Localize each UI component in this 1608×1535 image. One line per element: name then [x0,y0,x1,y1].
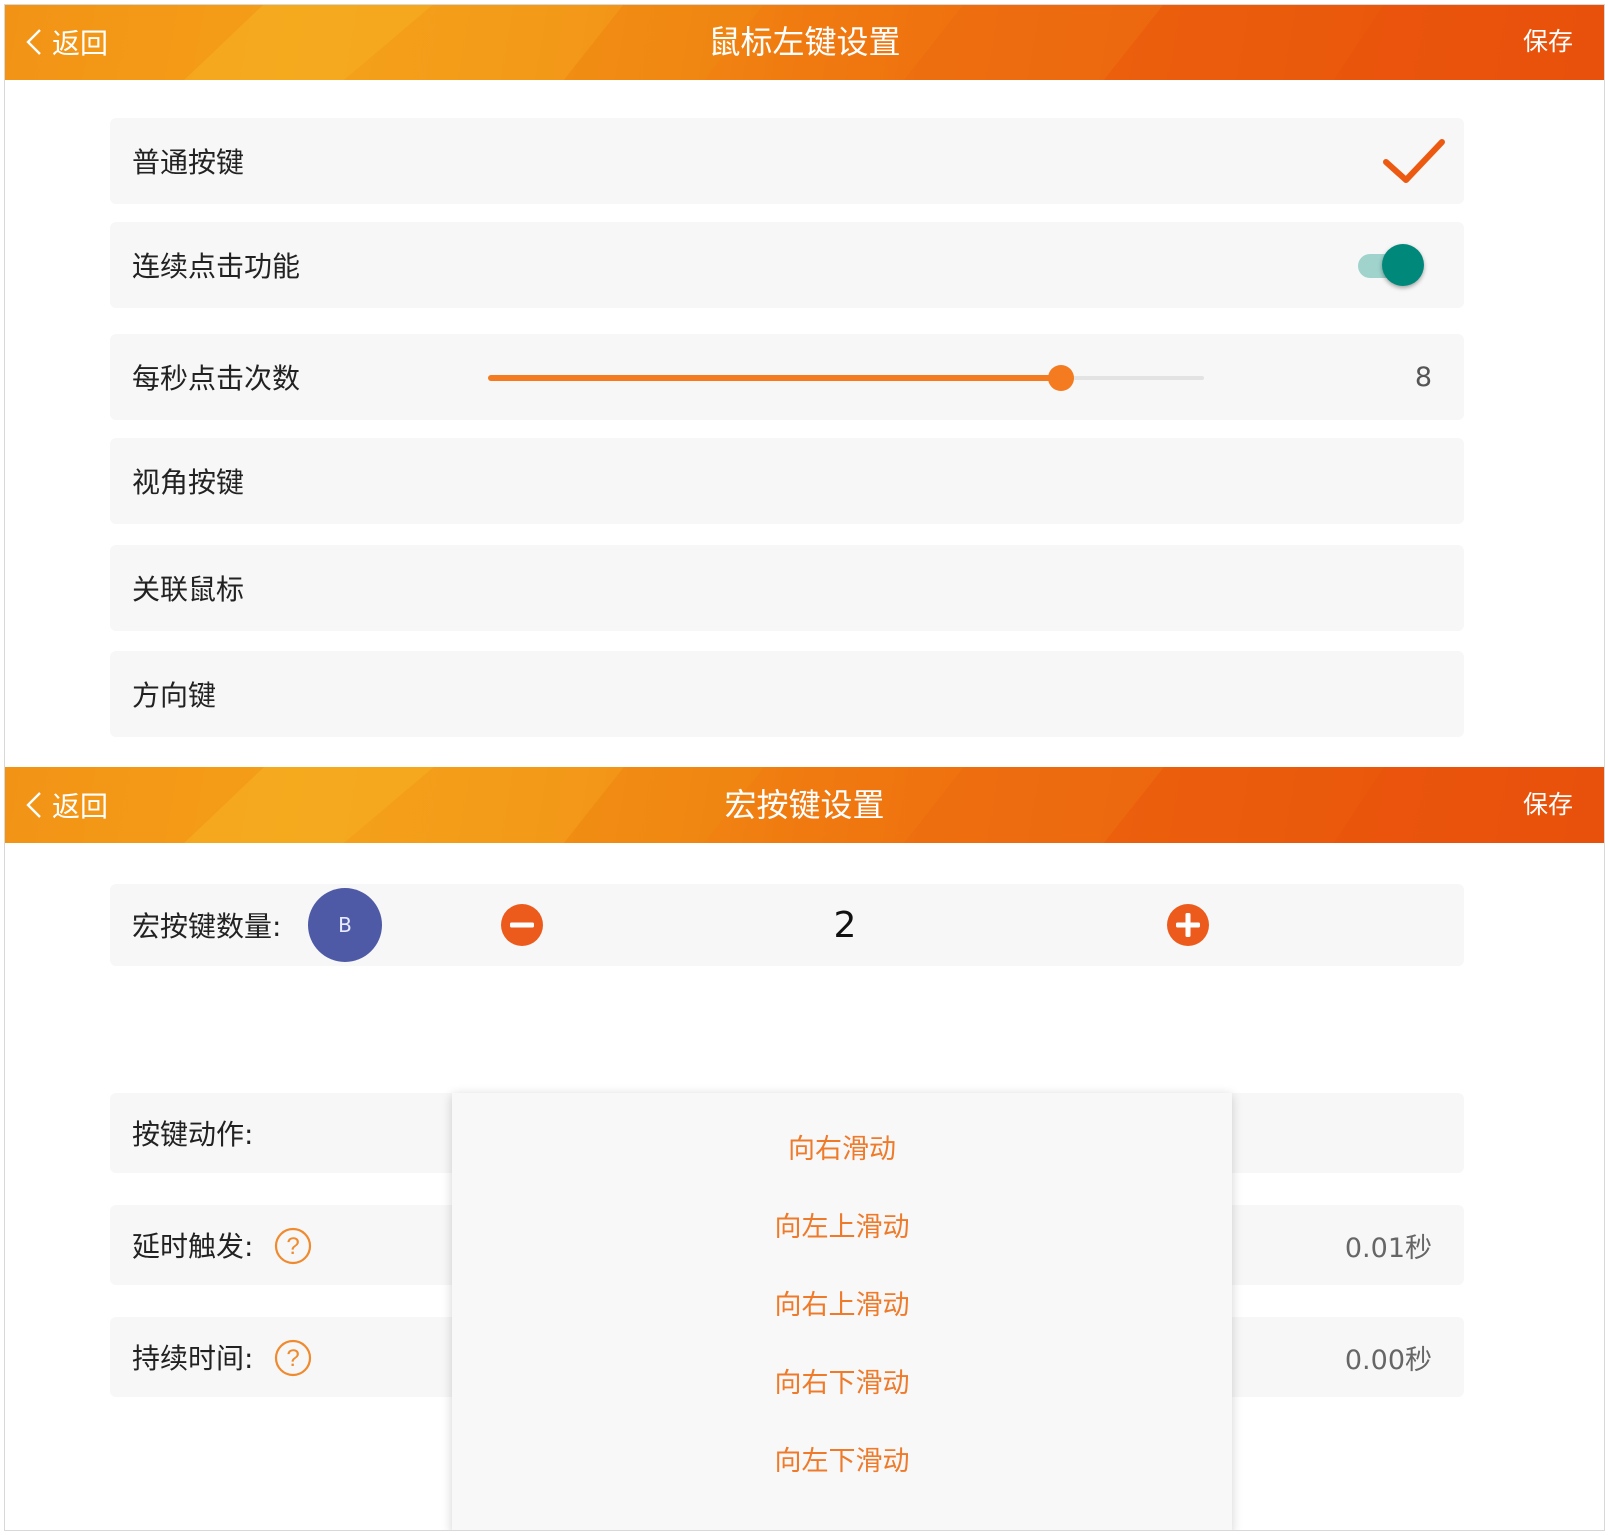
header-bar: 返回 鼠标左键设置 保存 [4,4,1605,80]
option-label: 方向键 [132,679,217,712]
minus-circle-icon[interactable] [500,903,544,947]
dropdown-option[interactable]: 向左下滑动 [452,1439,1232,1478]
slider-fill [488,375,1061,381]
option-normal-key[interactable]: 普通按键 [110,118,1464,204]
continuous-click-toggle[interactable] [1358,244,1428,288]
header-bar: 返回 宏按键设置 保存 [4,767,1605,843]
svg-text:?: ? [286,1345,299,1372]
mouse-left-settings-screen: 返回 鼠标左键设置 保存 普通按键 连续点击功能 每秒点击次数 8 视角按键 关… [4,4,1605,767]
duration-label: 持续时间: [132,1342,254,1375]
dropdown-option[interactable]: 向右滑动 [452,1127,1232,1166]
option-label: 关联鼠标 [132,573,245,606]
key-action-dropdown: 向右滑动 向左上滑动 向右上滑动 向右下滑动 向左下滑动 [452,1093,1232,1531]
option-label: 连续点击功能 [132,250,301,283]
option-label: 普通按键 [132,146,245,179]
dropdown-option[interactable]: 向右下滑动 [452,1361,1232,1400]
option-label: 视角按键 [132,466,245,499]
help-icon[interactable]: ? [274,1339,312,1377]
option-continuous-click: 连续点击功能 [110,222,1464,308]
toggle-thumb [1382,244,1424,286]
option-clicks-per-second: 每秒点击次数 8 [110,334,1464,420]
clicks-per-second-slider[interactable] [488,362,1204,394]
macro-count-row: 宏按键数量: B 2 [110,884,1464,966]
help-icon[interactable]: ? [274,1227,312,1265]
avatar[interactable]: B [308,888,382,962]
delay-trigger-value[interactable]: 0.01秒 [1345,1226,1432,1265]
macro-count-label: 宏按键数量: [132,910,282,943]
plus-circle-icon[interactable] [1166,903,1210,947]
option-label: 每秒点击次数 [132,362,301,395]
avatar-letter: B [338,913,352,937]
macro-count-value: 2 [833,904,857,946]
duration-value[interactable]: 0.00秒 [1345,1338,1432,1377]
dropdown-option[interactable]: 向左上滑动 [452,1205,1232,1244]
page-title: 宏按键设置 [724,786,885,824]
svg-text:?: ? [286,1233,299,1260]
option-direction-key[interactable]: 方向键 [110,651,1464,737]
option-link-mouse[interactable]: 关联鼠标 [110,545,1464,631]
clicks-per-second-value: 8 [1414,361,1432,393]
delay-trigger-label: 延时触发: [132,1230,254,1263]
option-view-key[interactable]: 视角按键 [110,438,1464,524]
save-button[interactable]: 保存 [1523,4,1573,80]
key-action-label: 按键动作: [132,1118,254,1151]
check-icon [1383,139,1445,183]
save-button[interactable]: 保存 [1523,767,1573,843]
dropdown-option[interactable]: 向右上滑动 [452,1283,1232,1322]
slider-knob[interactable] [1047,365,1074,391]
page-title: 鼠标左键设置 [708,23,901,61]
macro-key-settings-screen: 返回 宏按键设置 保存 宏按键数量: B 2 按键动作: 延时触发: ? 0.0… [4,767,1605,1531]
